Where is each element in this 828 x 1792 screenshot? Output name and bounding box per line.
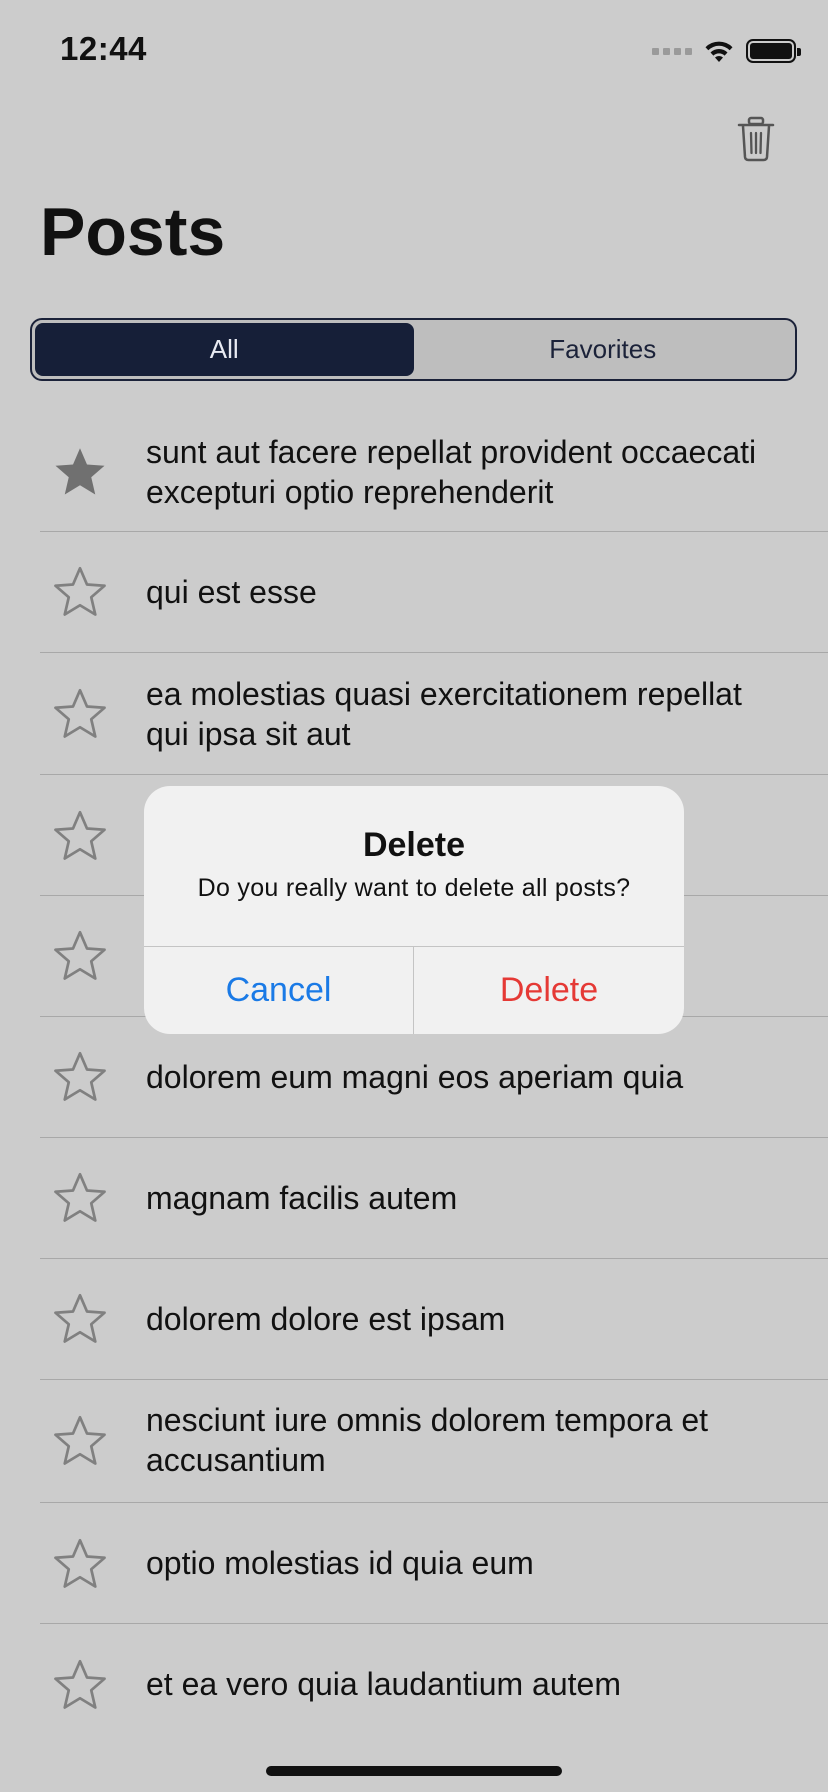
home-indicator [266, 1766, 562, 1776]
alert-title: Delete [362, 826, 466, 864]
delete-button[interactable]: Delete [414, 947, 684, 1034]
cancel-button[interactable]: Cancel [144, 947, 413, 1034]
delete-alert-dialog: Delete Do you really want to delete all … [144, 786, 684, 1034]
alert-message: Do you really want to delete all posts? [197, 874, 631, 902]
